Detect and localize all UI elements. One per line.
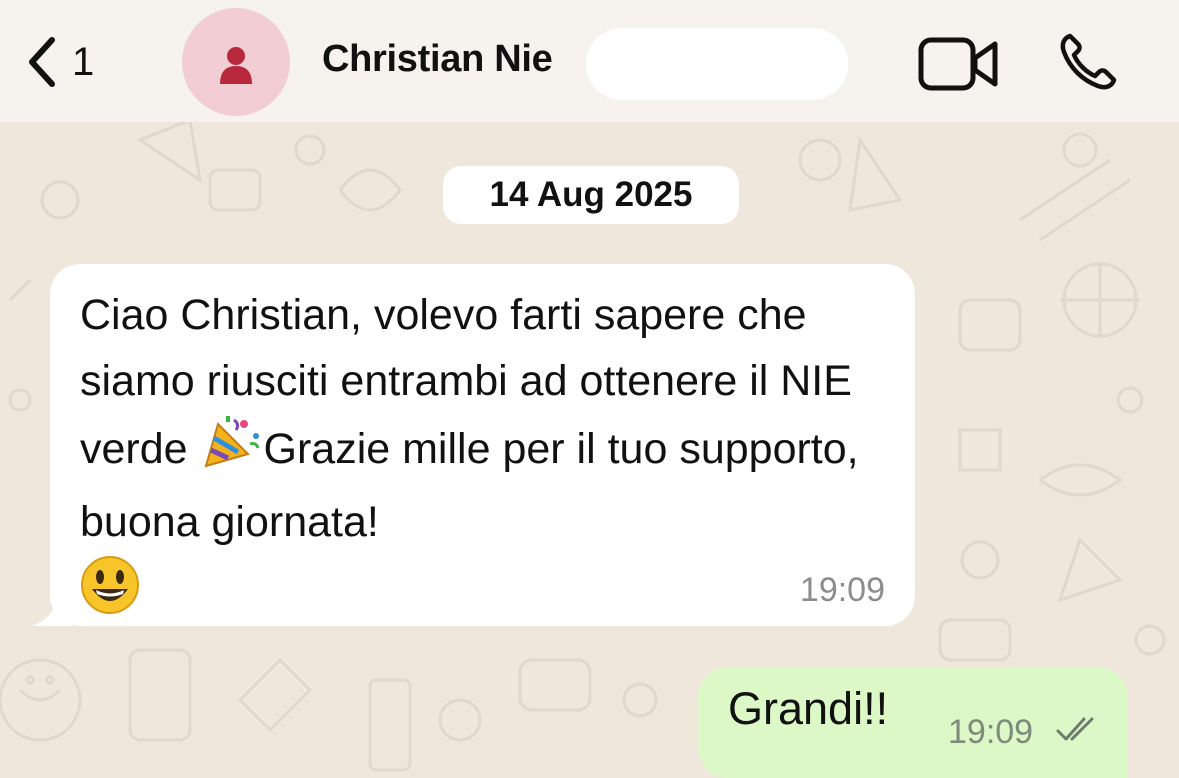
message-timestamp: 19:09 <box>948 713 1034 751</box>
back-button[interactable]: 1 <box>24 34 114 90</box>
phone-icon <box>1060 33 1117 90</box>
message-text: Grandi!! <box>728 683 889 734</box>
message-timestamp: 19:09 <box>799 571 885 609</box>
voice-call-button[interactable] <box>1056 30 1120 99</box>
name-redaction <box>586 28 848 100</box>
incoming-message-bubble[interactable]: Ciao Christian, volevo farti sapere che … <box>50 264 915 626</box>
chat-header: 1 Christian Nie <box>0 0 1179 122</box>
smiling-face-icon <box>80 555 140 634</box>
contact-name[interactable]: Christian Nie <box>322 38 553 81</box>
party-popper-icon <box>200 414 264 489</box>
avatar[interactable] <box>182 8 290 116</box>
read-double-check-icon <box>1056 717 1094 741</box>
message-text: Ciao Christian, volevo farti sapere che … <box>80 282 900 634</box>
person-icon <box>220 47 252 84</box>
video-call-button[interactable] <box>918 36 1000 97</box>
outgoing-message-bubble[interactable]: Grandi!! 19:09 <box>698 667 1128 778</box>
chevron-left-icon <box>29 37 55 87</box>
video-camera-icon <box>918 37 998 91</box>
unread-count: 1 <box>72 39 95 84</box>
date-separator: 14 Aug 2025 <box>443 166 739 224</box>
